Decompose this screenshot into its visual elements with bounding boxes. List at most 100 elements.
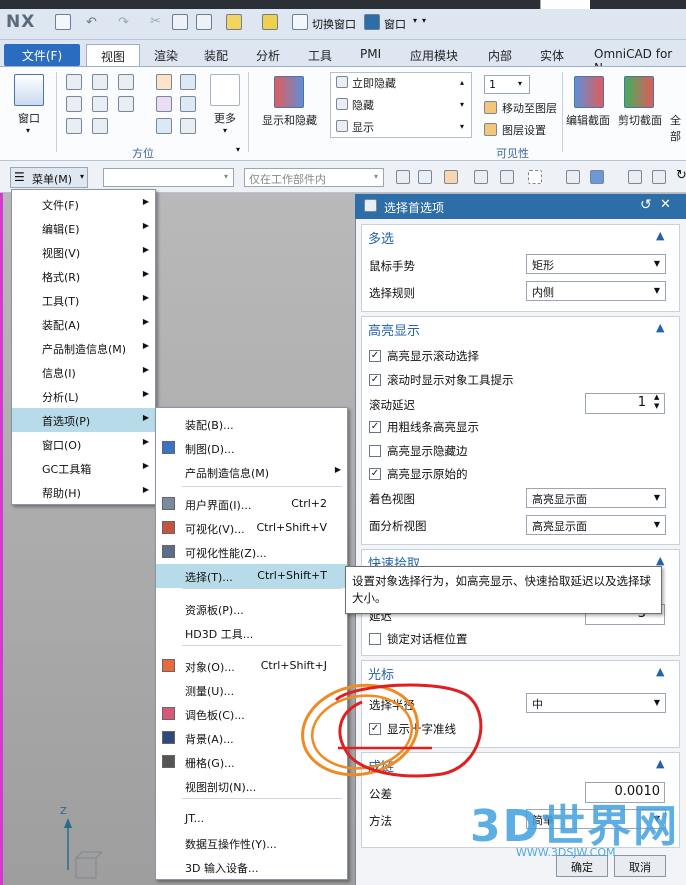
immediate-hide-icon[interactable] (336, 76, 348, 88)
expand-icon[interactable]: ▾ (460, 122, 464, 131)
show-item[interactable]: 显示 (352, 119, 374, 135)
more-button[interactable]: 更多 (214, 110, 236, 126)
scroll-down-icon[interactable]: ▾ (460, 100, 464, 109)
view-orient-icon[interactable] (118, 96, 134, 112)
main-menu-item[interactable]: 产品制造信息(M) ▶ (12, 336, 155, 360)
tab-view[interactable]: 视图 (86, 44, 140, 66)
thick-lines-checkbox[interactable]: ✓ (369, 421, 381, 433)
select-radius-select[interactable]: 中 ▼ (526, 693, 666, 713)
show-hide-icon[interactable] (274, 76, 304, 108)
edit-section-icon[interactable] (574, 76, 604, 108)
hide-item[interactable]: 隐藏 (352, 97, 374, 113)
customize-icon[interactable]: ▾ (422, 16, 426, 25)
view-orient-icon[interactable] (92, 74, 108, 90)
tab-pmi[interactable]: PMI (350, 44, 391, 66)
selection-icon[interactable] (444, 170, 458, 184)
collapse-icon[interactable]: ▲ (656, 229, 674, 242)
submenu-item[interactable]: 装配(B)... (156, 412, 347, 436)
submenu-item[interactable]: 可视化(V)... Ctrl+Shift+V (156, 516, 347, 540)
filter-icon[interactable] (396, 170, 410, 184)
collapse-icon[interactable]: ▲ (656, 665, 674, 678)
submenu-item[interactable]: 资源板(P)... (156, 597, 347, 621)
move-to-layer-button[interactable]: 移动至图层 (502, 100, 557, 116)
tab-analysis[interactable]: 分析 (246, 44, 290, 66)
paste-icon[interactable] (196, 14, 212, 30)
layer-select[interactable]: 1 (484, 75, 530, 94)
cut-icon[interactable]: ✂ (150, 14, 161, 29)
touch-mode-icon[interactable] (262, 14, 278, 30)
hl-original-checkbox[interactable]: ✓ (369, 468, 381, 480)
collapse-icon[interactable]: ▲ (656, 321, 674, 334)
main-menu-item[interactable]: 信息(I) ▶ (12, 360, 155, 384)
tab-file[interactable]: 文件(F) (4, 44, 80, 66)
group-expand-icon[interactable]: ▾ (236, 145, 240, 154)
submenu-item[interactable]: 制图(D)... (156, 436, 347, 460)
main-menu-item[interactable]: 编辑(E) ▶ (12, 216, 155, 240)
window-icon[interactable] (364, 14, 380, 30)
window-button[interactable]: 窗口 (384, 16, 406, 32)
tab-omnicad[interactable]: OmniCAD for N (584, 44, 686, 75)
layer-settings-button[interactable]: 图层设置 (502, 122, 546, 138)
pan-icon[interactable] (180, 96, 196, 112)
main-menu-item[interactable]: 首选项(P) ▶ (12, 408, 155, 432)
tab-internal[interactable]: 内部 (478, 44, 522, 66)
section-title[interactable]: 高亮显示 (368, 320, 420, 339)
menu-button-label[interactable]: 菜单(M) (32, 171, 72, 187)
zoom-icon[interactable] (652, 170, 666, 184)
snap-view-icon[interactable] (156, 74, 172, 90)
repeat-command-icon[interactable] (226, 14, 242, 30)
main-menu-item[interactable]: 文件(F) ▶ (12, 192, 155, 216)
scroll-tooltip-checkbox[interactable]: ✓ (369, 374, 381, 386)
shaded-view-select[interactable]: 高亮显示面 ▼ (526, 488, 666, 508)
main-menu-item[interactable]: 格式(R) ▶ (12, 264, 155, 288)
immediate-hide-item[interactable]: 立即隐藏 (352, 75, 396, 91)
chevron-down-icon[interactable]: ▾ (413, 16, 417, 25)
section-title[interactable]: 多选 (368, 228, 394, 247)
box-select-icon[interactable] (528, 170, 542, 184)
show-hide-button[interactable]: 显示和隐藏 (262, 112, 317, 128)
main-menu-item[interactable]: 窗口(O) ▶ (12, 432, 155, 456)
view-orient-icon[interactable] (118, 74, 134, 90)
main-menu-item[interactable]: 装配(A) ▶ (12, 312, 155, 336)
point-icon[interactable] (500, 170, 514, 184)
switch-window-button[interactable]: 切换窗口 (312, 16, 356, 32)
hl-scroll-checkbox[interactable]: ✓ (369, 350, 381, 362)
face-analysis-select[interactable]: 高亮显示面 ▼ (526, 515, 666, 535)
main-menu-item[interactable]: GC工具箱 ▶ (12, 456, 155, 480)
cube-icon[interactable] (590, 170, 604, 184)
tab-tools[interactable]: 工具 (298, 44, 342, 66)
more-icon[interactable] (210, 74, 240, 106)
submenu-item[interactable]: 可视化性能(Z)... (156, 540, 347, 564)
submenu-item[interactable]: 用户界面(I)... Ctrl+2 (156, 492, 347, 516)
chevron-down-icon[interactable]: ▾ (518, 79, 522, 88)
tab-assembly[interactable]: 装配 (194, 44, 238, 66)
view-orient-icon[interactable] (66, 96, 82, 112)
window-ribbon-label[interactable]: 窗口 (18, 110, 40, 126)
redo-icon[interactable]: ↷ (118, 15, 129, 30)
move-to-layer-icon[interactable] (484, 101, 497, 114)
shaded-icon[interactable] (566, 170, 580, 184)
main-menu-item[interactable]: 帮助(H) ▶ (12, 480, 155, 504)
rotate-icon[interactable]: ↻ (676, 168, 686, 183)
layer-settings-icon[interactable] (484, 123, 497, 136)
clip-section-button[interactable]: 剪切截面 (618, 112, 662, 128)
undo-icon[interactable]: ↶ (86, 15, 97, 30)
copy-icon[interactable] (172, 14, 188, 30)
fit-view-icon[interactable] (628, 170, 642, 184)
full-button[interactable]: 全部 (670, 112, 686, 144)
zoom-icon[interactable] (156, 96, 172, 112)
tab-render[interactable]: 渲染 (144, 44, 188, 66)
main-menu-item[interactable]: 视图(V) ▶ (12, 240, 155, 264)
submenu-item[interactable]: JT... (156, 807, 347, 831)
submenu-item[interactable]: 3D 输入设备... (156, 855, 347, 879)
fit-icon[interactable] (180, 74, 196, 90)
reset-icon[interactable]: ↺ (640, 197, 652, 213)
select-rule-select[interactable]: 内侧 ▼ (526, 281, 666, 301)
rotate-icon[interactable] (156, 118, 172, 134)
submenu-item[interactable]: HD3D 工具... (156, 621, 347, 645)
switch-window-icon[interactable] (292, 14, 308, 30)
scroll-up-icon[interactable]: ▴ (460, 78, 464, 87)
tab-solid[interactable]: 实体 (530, 44, 574, 66)
submenu-item[interactable]: 对象(O)... Ctrl+Shift+J (156, 654, 347, 678)
clip-section-icon[interactable] (624, 76, 654, 108)
